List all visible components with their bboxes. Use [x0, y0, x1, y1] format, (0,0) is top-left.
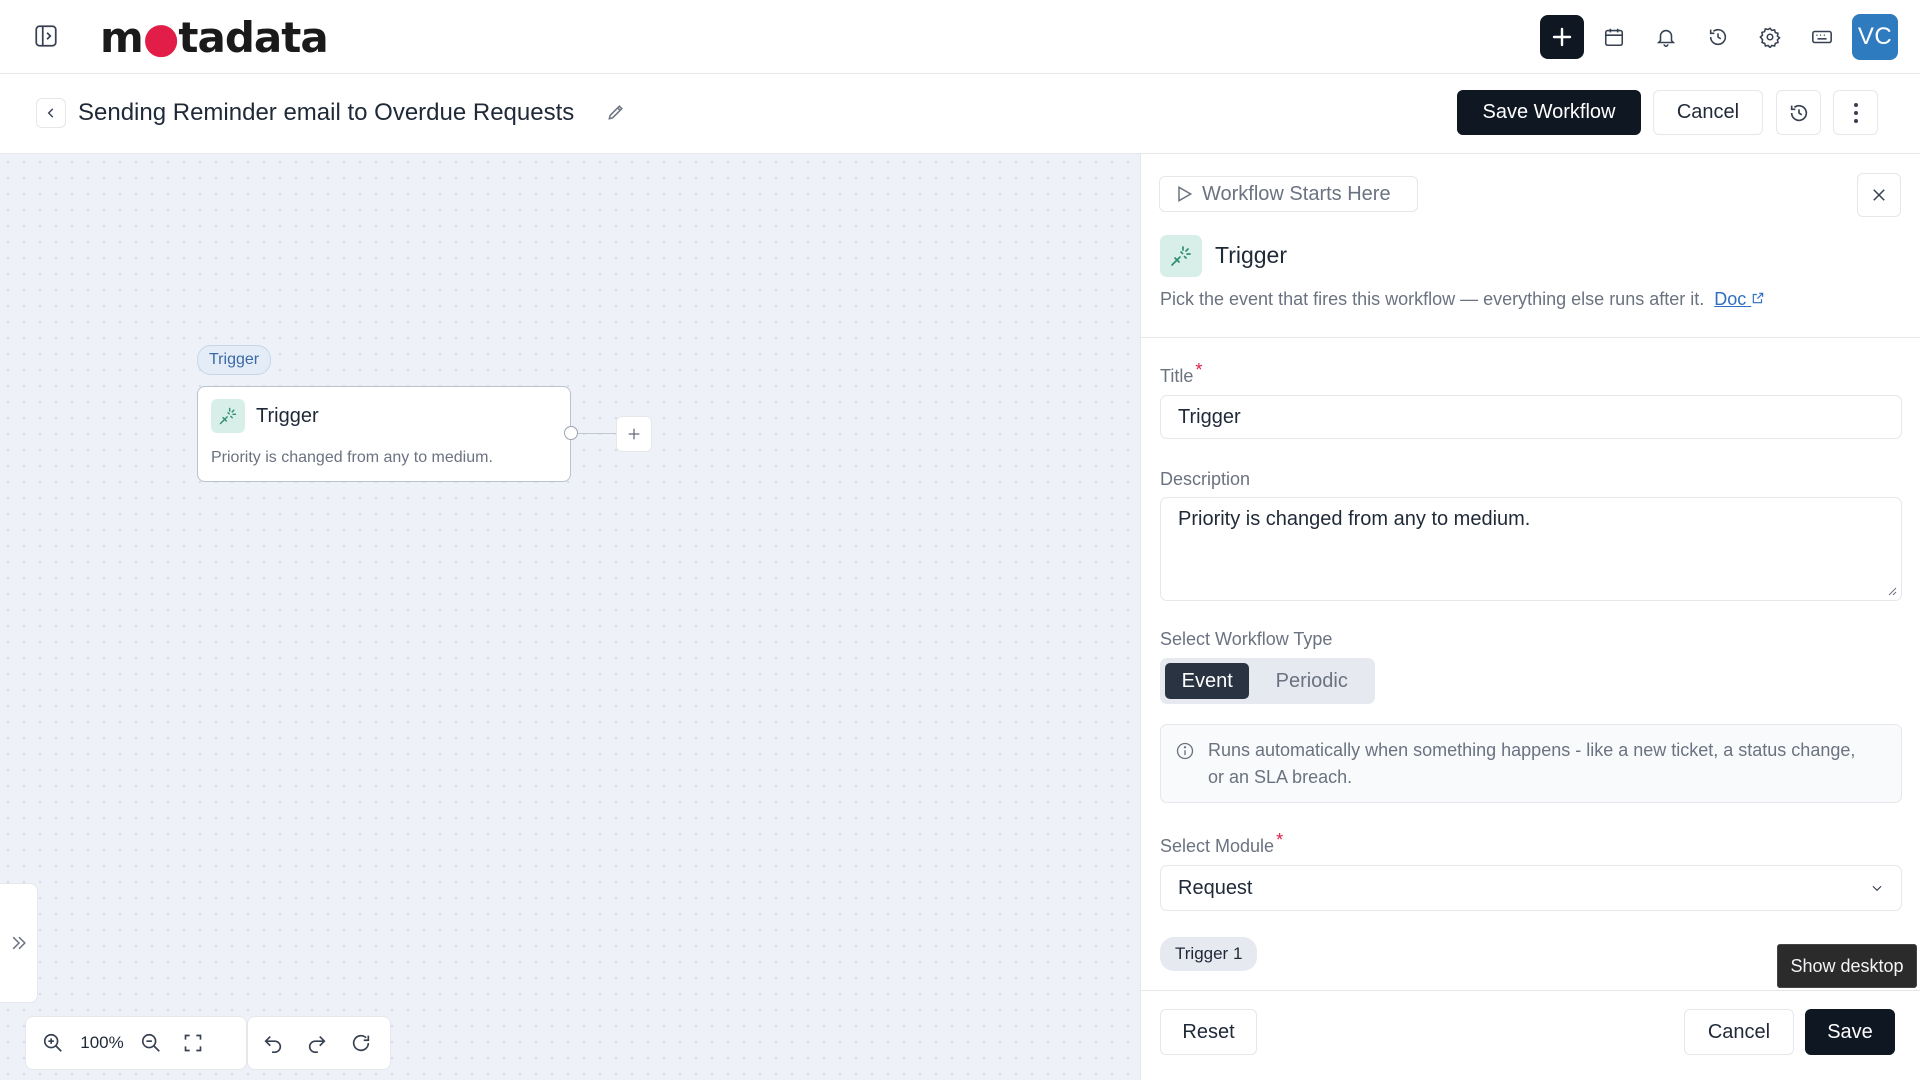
show-desktop-tooltip: Show desktop	[1777, 944, 1917, 988]
trigger-node[interactable]: Trigger Priority is changed from any to …	[197, 386, 571, 482]
keyboard-icon[interactable]	[1800, 15, 1844, 59]
page-title: Sending Reminder email to Overdue Reques…	[78, 99, 575, 126]
workflow-type-event[interactable]: Event	[1165, 663, 1250, 699]
doc-link[interactable]: Doc	[1714, 289, 1765, 309]
history-icon	[1790, 104, 1807, 121]
pencil-icon[interactable]	[606, 102, 628, 124]
title-label: Title *	[1160, 360, 1203, 386]
description-label: Description	[1160, 469, 1251, 489]
redo-icon[interactable]	[298, 1024, 336, 1062]
workflow-canvas[interactable]: Trigger Trigger Priority is changed from…	[0, 154, 1140, 1080]
back-button[interactable]	[36, 98, 66, 128]
trigger-chip[interactable]: Trigger 1	[1160, 937, 1258, 971]
node-description: Priority is changed from any to medium.	[211, 449, 493, 466]
workflow-type-periodic[interactable]: Periodic	[1253, 663, 1370, 699]
panel-title: Trigger	[1215, 242, 1287, 268]
panel-footer: Reset Cancel Save	[1141, 990, 1920, 1080]
external-link-icon	[1753, 292, 1764, 304]
connector-line	[578, 433, 616, 434]
history-button[interactable]	[1776, 90, 1821, 135]
title-input[interactable]	[1160, 395, 1902, 439]
workflow-type-label: Select Workflow Type	[1160, 629, 1333, 649]
sidebar-toggle-icon[interactable]	[30, 20, 62, 52]
calendar-icon[interactable]	[1592, 15, 1636, 59]
info-box: Runs automatically when something happen…	[1160, 724, 1902, 803]
save-button[interactable]: Save	[1805, 1009, 1895, 1055]
node-output-port[interactable]	[564, 426, 578, 440]
create-button[interactable]	[1540, 15, 1584, 59]
trigger-icon	[1160, 235, 1202, 277]
description-textarea[interactable]: Priority is changed from any to medium.	[1160, 497, 1902, 601]
more-vertical-icon	[1853, 102, 1858, 123]
avatar[interactable]: VC	[1852, 14, 1898, 60]
plus-icon	[628, 428, 640, 440]
info-text: Runs automatically when something happen…	[1208, 740, 1856, 787]
more-options-button[interactable]	[1833, 90, 1878, 135]
expand-palette-button[interactable]	[0, 883, 38, 1003]
info-icon	[1176, 742, 1194, 760]
fit-screen-icon[interactable]	[174, 1024, 212, 1062]
refresh-icon[interactable]	[342, 1024, 380, 1062]
undo-icon[interactable]	[254, 1024, 292, 1062]
save-workflow-button[interactable]: Save Workflow	[1457, 90, 1641, 135]
plus-icon	[1552, 27, 1572, 47]
chevrons-right-icon	[12, 936, 26, 950]
trigger-icon	[211, 399, 245, 433]
chevron-left-icon	[47, 108, 54, 118]
zoom-in-icon[interactable]	[34, 1024, 72, 1062]
zoom-out-icon[interactable]	[132, 1024, 170, 1062]
cancel-workflow-button[interactable]: Cancel	[1653, 90, 1763, 135]
timer-icon[interactable]	[1696, 15, 1740, 59]
workflow-start-label: Workflow Starts Here	[1159, 176, 1418, 212]
node-title: Trigger	[256, 405, 319, 427]
module-select[interactable]: Request	[1160, 865, 1902, 911]
top-header: m●tadata VC	[0, 0, 1920, 74]
zoom-controls: 100%	[25, 1016, 247, 1070]
add-node-button[interactable]	[616, 416, 652, 452]
module-label: Select Module *	[1160, 830, 1284, 856]
chevron-down-icon	[1872, 885, 1882, 892]
workflow-titlebar: Sending Reminder email to Overdue Reques…	[0, 74, 1920, 154]
workflow-type-toggle: Event Periodic	[1160, 658, 1375, 704]
gear-icon[interactable]	[1748, 15, 1792, 59]
history-controls	[247, 1016, 391, 1070]
close-panel-button[interactable]	[1857, 173, 1901, 217]
panel-description: Pick the event that fires this workflow …	[1160, 289, 1765, 310]
node-tag: Trigger	[197, 345, 272, 375]
zoom-level: 100%	[80, 1033, 124, 1052]
cancel-button[interactable]: Cancel	[1684, 1009, 1794, 1055]
reset-button[interactable]: Reset	[1160, 1009, 1257, 1055]
bell-icon[interactable]	[1644, 15, 1688, 59]
node-config-panel: Workflow Starts Here Trigger Pick the ev…	[1140, 154, 1920, 1080]
play-icon	[1178, 186, 1193, 202]
resize-handle-icon[interactable]	[1887, 586, 1897, 596]
divider	[1141, 337, 1920, 338]
logo: m●tadata	[100, 13, 329, 62]
close-icon	[1873, 189, 1885, 201]
